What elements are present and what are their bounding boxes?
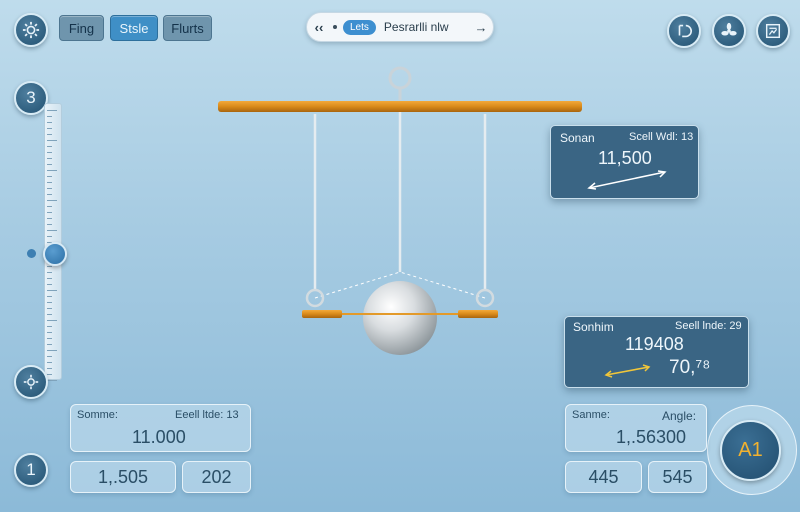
- a1-badge-button[interactable]: A1: [720, 420, 781, 481]
- yellow-arrow-icon: [604, 364, 651, 378]
- top-beam: [218, 101, 582, 112]
- force-readout-panel: Sonan Scell Wdl: 13 11,500: [550, 125, 699, 199]
- angle-sub-value: 70,⁷⁸: [669, 357, 711, 378]
- input-box-4[interactable]: 545: [648, 461, 707, 493]
- angle-value: 119408: [625, 334, 684, 354]
- sum-label: Somme:: [77, 409, 118, 421]
- pendulum-ball[interactable]: [363, 281, 437, 355]
- lower-beam-left: [302, 310, 342, 318]
- sum-index-label: Eeell ltde: 13: [175, 409, 239, 421]
- angle-heading: Angle:: [662, 409, 697, 423]
- angle-readout-panel: Sonhim Seell lnde: 29 119408 70,⁷⁸: [564, 316, 749, 388]
- angle-sum-panel: Sanme: Angle: 1,.56300: [565, 404, 707, 452]
- force-label: Sonan: [560, 131, 595, 145]
- sum-readout-panel: Somme: Eeell ltde: 13 11.000: [70, 404, 251, 452]
- force-index-label: Scell Wdl: 13: [629, 131, 694, 143]
- force-value: 11,500: [598, 148, 652, 168]
- double-arrow-icon: [587, 170, 667, 190]
- angle-label: Sonhim: [573, 320, 614, 334]
- input-box-2[interactable]: 202: [182, 461, 251, 493]
- sum-value: 11.000: [132, 427, 186, 447]
- lower-beam-right: [458, 310, 498, 318]
- angle-index-label: Seell lnde: 29: [675, 320, 742, 332]
- input-box-1[interactable]: 1,.505: [70, 461, 176, 493]
- angle-sum-value: 1,.56300: [616, 427, 687, 447]
- top-hook-ring[interactable]: [388, 66, 412, 90]
- input-box-3[interactable]: 445: [565, 461, 642, 493]
- angle-sum-label: Sanme:: [572, 409, 610, 421]
